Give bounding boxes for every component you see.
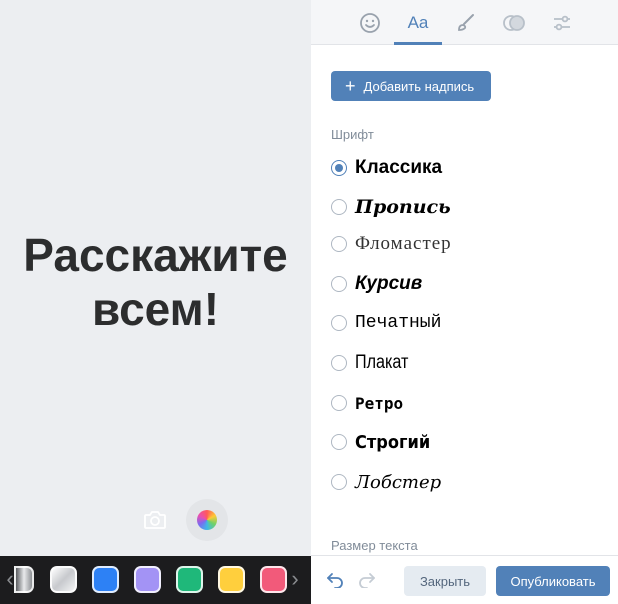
background-color-button[interactable] — [186, 499, 228, 541]
editor-panel: Aa + Добавить надпись Шрифт Классика Про… — [311, 0, 618, 604]
swatch-blue[interactable] — [92, 566, 119, 593]
font-option-label: Плакат — [355, 352, 409, 373]
swatch-lavender[interactable] — [134, 566, 161, 593]
radio-icon[interactable] — [331, 199, 347, 215]
font-option-retro[interactable]: Ретро — [331, 387, 591, 419]
story-text[interactable]: Расскажите всем! — [0, 228, 311, 336]
radio-icon[interactable] — [331, 236, 347, 252]
text-size-section-label: Размер текста — [331, 538, 418, 553]
active-tab-indicator — [394, 42, 442, 45]
story-text-line-1: Расскажите — [23, 229, 288, 281]
strip-next-arrow-icon[interactable]: › — [287, 556, 303, 604]
font-option-lobster[interactable]: Лобстер — [331, 466, 591, 498]
font-option-label: Ретро — [355, 393, 404, 413]
radio-checked-icon[interactable] — [331, 160, 347, 176]
story-editor: Расскажите всем! ‹ › Aa + Добавить надпи… — [0, 0, 618, 604]
story-text-line-2: всем! — [91, 283, 220, 335]
color-wheel-icon — [197, 510, 217, 530]
radio-icon[interactable] — [331, 315, 347, 331]
publish-button[interactable]: Опубликовать — [496, 566, 610, 596]
swatch-silver-gradient[interactable] — [14, 566, 34, 593]
radio-icon[interactable] — [331, 434, 347, 450]
sliders-icon — [554, 15, 570, 30]
plus-icon: + — [345, 76, 356, 96]
font-option-script[interactable]: Пропись — [331, 191, 591, 223]
add-caption-button[interactable]: + Добавить надпись — [331, 71, 491, 101]
tab-masks[interactable] — [490, 0, 538, 45]
font-option-label: Фломастер — [355, 233, 452, 254]
font-option-label: Курсив — [355, 273, 423, 294]
undo-button[interactable] — [324, 568, 346, 590]
font-option-label: Лобстер — [355, 471, 442, 493]
tab-settings[interactable] — [538, 0, 586, 45]
font-option-label: Классика — [355, 157, 443, 178]
camera-icon — [144, 511, 166, 529]
tab-drawing[interactable] — [442, 0, 490, 45]
editor-footer: Закрыть Опубликовать — [311, 555, 618, 604]
color-strip: ‹ › — [0, 556, 311, 604]
brush-icon — [458, 13, 474, 31]
close-button[interactable]: Закрыть — [404, 566, 486, 596]
add-caption-label: Добавить надпись — [363, 78, 475, 94]
font-option-classic[interactable]: Классика — [331, 152, 591, 184]
font-option-strict[interactable]: Строгий — [331, 426, 591, 458]
tab-stickers[interactable] — [346, 0, 394, 45]
swatch-green[interactable] — [176, 566, 203, 593]
radio-icon[interactable] — [331, 276, 347, 292]
swatch-yellow[interactable] — [218, 566, 245, 593]
smiley-icon — [360, 12, 380, 33]
font-option-marker[interactable]: Фломастер — [331, 228, 591, 260]
font-section-label: Шрифт — [331, 127, 374, 142]
font-option-typewriter[interactable]: Печатный — [331, 307, 591, 339]
font-option-label: Печатный — [355, 313, 442, 333]
tool-tabs: Aa — [311, 0, 618, 45]
font-option-cursive[interactable]: Курсив — [331, 268, 591, 300]
radio-icon[interactable] — [331, 395, 347, 411]
redo-icon — [359, 573, 375, 588]
story-preview[interactable]: Расскажите всем! — [0, 0, 311, 556]
tab-text[interactable]: Aa — [394, 0, 442, 45]
camera-button[interactable] — [134, 499, 176, 541]
redo-button[interactable] — [356, 568, 378, 590]
swatch-pink[interactable] — [260, 566, 287, 593]
swatch-white-gradient[interactable] — [50, 566, 77, 593]
undo-icon — [327, 573, 343, 588]
font-option-poster[interactable]: Плакат — [331, 347, 591, 379]
font-option-label: Строгий — [355, 431, 431, 453]
font-option-label: Пропись — [355, 196, 451, 218]
overlay-icon — [503, 14, 525, 31]
radio-icon[interactable] — [331, 355, 347, 371]
radio-icon[interactable] — [331, 474, 347, 490]
